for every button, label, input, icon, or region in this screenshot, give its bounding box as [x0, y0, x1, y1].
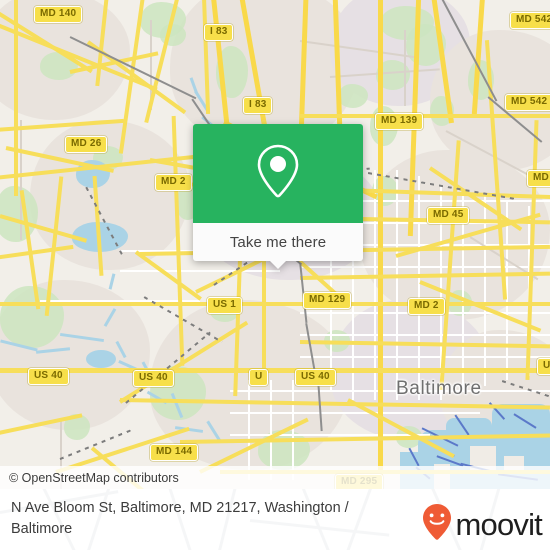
highway-shield: US 40 [295, 369, 336, 386]
highway-shield: U [249, 369, 269, 386]
highway-shield: MD 140 [34, 6, 83, 23]
moovit-wordmark: moovit [455, 507, 542, 542]
highway-shield: MD 26 [65, 136, 108, 153]
popup-image-area [193, 124, 363, 223]
highway-shield: MD 2 [155, 174, 192, 191]
highway-shield: I 83 [204, 24, 234, 41]
highway-shield: US 40 [28, 368, 69, 385]
map-pin-icon [255, 142, 301, 205]
highway-shield: MD 2 [408, 298, 445, 315]
moovit-map-screenshot: Baltimore MD 140 I 83 MD 542 I 83 MD 139 MD 5… [0, 0, 550, 550]
popup-pointer-tail [269, 260, 287, 269]
take-me-there-label: Take me there [229, 233, 327, 251]
highway-shield: US [537, 358, 550, 375]
highway-shield: MD 542 [505, 94, 550, 111]
highway-shield: MD 1 [527, 170, 550, 187]
footer-bar: N Ave Bloom St, Baltimore, MD 21217, Was… [0, 489, 550, 550]
highway-shield: MD 144 [150, 444, 199, 461]
osm-attribution-text: © OpenStreetMap contributors [9, 470, 179, 485]
location-address-label: N Ave Bloom St, Baltimore, MD 21217, Was… [11, 500, 349, 537]
highway-shield: I 83 [243, 97, 273, 114]
highway-shield: US 40 [133, 370, 174, 387]
highway-shield: MD 45 [427, 207, 470, 224]
popup-action-bar[interactable]: Take me there [193, 223, 363, 269]
highway-shield: US 1 [207, 297, 243, 314]
osm-attribution-bar: © OpenStreetMap contributors [0, 466, 550, 489]
destination-popup-card[interactable]: Take me there [193, 124, 363, 269]
highway-shield: MD 139 [375, 113, 424, 130]
city-label-baltimore: Baltimore [396, 378, 482, 399]
highway-shield: MD 542 [510, 12, 550, 29]
highway-shield: MD 129 [303, 292, 352, 309]
moovit-logo[interactable]: moovit [422, 503, 543, 546]
moovit-pin-smile-icon [422, 503, 452, 546]
